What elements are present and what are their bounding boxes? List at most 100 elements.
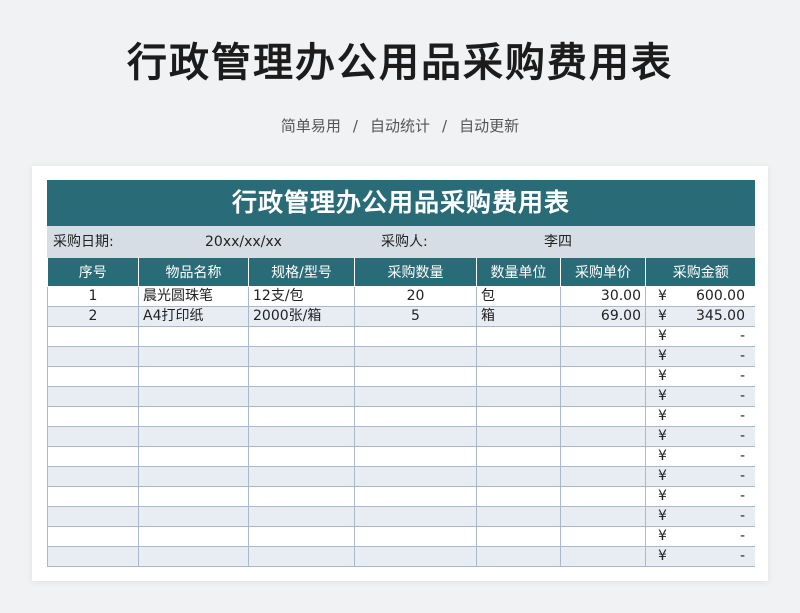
cell-spec[interactable] <box>248 385 355 407</box>
cell-no[interactable] <box>47 525 139 547</box>
cell-qty[interactable]: 20 <box>354 285 477 307</box>
cell-qty[interactable] <box>354 405 477 427</box>
cell-name[interactable] <box>138 425 249 447</box>
buyer-value[interactable]: 李四 <box>544 226 572 258</box>
cell-spec[interactable] <box>248 525 355 547</box>
cell-no[interactable] <box>47 345 139 367</box>
cell-unit[interactable] <box>476 405 561 427</box>
cell-price[interactable] <box>560 525 646 547</box>
cell-qty[interactable] <box>354 525 477 547</box>
cell-spec[interactable]: 12支/包 <box>248 285 355 307</box>
cell-name[interactable] <box>138 385 249 407</box>
cell-name[interactable]: A4打印纸 <box>138 305 249 327</box>
cell-unit[interactable] <box>476 465 561 487</box>
column-header-unit[interactable]: 数量单位 <box>476 258 561 287</box>
cell-name[interactable] <box>138 405 249 427</box>
cell-qty[interactable] <box>354 425 477 447</box>
column-header-name[interactable]: 物品名称 <box>138 258 249 287</box>
cell-no[interactable] <box>47 545 139 567</box>
cell-name[interactable] <box>138 485 249 507</box>
cell-qty[interactable] <box>354 545 477 567</box>
cell-unit[interactable] <box>476 505 561 527</box>
cell-amount[interactable]: ¥ - <box>645 485 755 507</box>
cell-amount[interactable]: ¥ - <box>645 505 755 527</box>
cell-spec[interactable] <box>248 445 355 467</box>
cell-amount[interactable]: ¥ - <box>645 405 755 427</box>
cell-qty[interactable] <box>354 485 477 507</box>
cell-price[interactable] <box>560 465 646 487</box>
cell-amount[interactable]: ¥ - <box>645 425 755 447</box>
cell-unit[interactable] <box>476 325 561 347</box>
cell-name[interactable] <box>138 505 249 527</box>
cell-amount[interactable]: ¥ - <box>645 325 755 347</box>
cell-qty[interactable] <box>354 385 477 407</box>
cell-price[interactable] <box>560 445 646 467</box>
cell-unit[interactable] <box>476 525 561 547</box>
cell-price[interactable] <box>560 385 646 407</box>
cell-unit[interactable] <box>476 425 561 447</box>
cell-price[interactable] <box>560 505 646 527</box>
cell-qty[interactable] <box>354 445 477 467</box>
cell-no[interactable] <box>47 505 139 527</box>
cell-name[interactable] <box>138 445 249 467</box>
column-header-qty[interactable]: 采购数量 <box>354 258 477 287</box>
cell-unit[interactable] <box>476 385 561 407</box>
cell-spec[interactable] <box>248 465 355 487</box>
cell-unit[interactable] <box>476 485 561 507</box>
cell-amount[interactable]: ¥ - <box>645 365 755 387</box>
cell-spec[interactable] <box>248 345 355 367</box>
cell-spec[interactable]: 2000张/箱 <box>248 305 355 327</box>
cell-name[interactable] <box>138 325 249 347</box>
cell-no[interactable] <box>47 405 139 427</box>
cell-qty[interactable] <box>354 505 477 527</box>
cell-name[interactable] <box>138 545 249 567</box>
cell-amount[interactable]: ¥345.00 <box>645 305 755 327</box>
cell-amount[interactable]: ¥ - <box>645 445 755 467</box>
cell-price[interactable] <box>560 345 646 367</box>
cell-spec[interactable] <box>248 545 355 567</box>
cell-no[interactable] <box>47 325 139 347</box>
column-header-no[interactable]: 序号 <box>47 258 139 287</box>
cell-price[interactable] <box>560 425 646 447</box>
cell-amount[interactable]: ¥ - <box>645 545 755 567</box>
cell-qty[interactable] <box>354 325 477 347</box>
date-value[interactable]: 20xx/xx/xx <box>205 226 282 258</box>
cell-no[interactable] <box>47 425 139 447</box>
cell-name[interactable] <box>138 465 249 487</box>
cell-spec[interactable] <box>248 365 355 387</box>
cell-price[interactable]: 30.00 <box>560 285 646 307</box>
cell-spec[interactable] <box>248 505 355 527</box>
cell-unit[interactable] <box>476 545 561 567</box>
cell-amount[interactable]: ¥ - <box>645 345 755 367</box>
cell-price[interactable] <box>560 325 646 347</box>
column-header-amount[interactable]: 采购金额 <box>645 258 755 287</box>
cell-no[interactable] <box>47 485 139 507</box>
cell-no[interactable] <box>47 385 139 407</box>
cell-spec[interactable] <box>248 485 355 507</box>
cell-unit[interactable]: 包 <box>476 285 561 307</box>
cell-price[interactable] <box>560 545 646 567</box>
cell-price[interactable] <box>560 485 646 507</box>
cell-no[interactable]: 1 <box>47 285 139 307</box>
cell-amount[interactable]: ¥ - <box>645 465 755 487</box>
cell-price[interactable] <box>560 365 646 387</box>
cell-amount[interactable]: ¥600.00 <box>645 285 755 307</box>
cell-spec[interactable] <box>248 325 355 347</box>
cell-unit[interactable] <box>476 365 561 387</box>
cell-qty[interactable] <box>354 345 477 367</box>
cell-name[interactable]: 晨光圆珠笔 <box>138 285 249 307</box>
cell-name[interactable] <box>138 345 249 367</box>
cell-name[interactable] <box>138 365 249 387</box>
column-header-spec[interactable]: 规格/型号 <box>248 258 355 287</box>
cell-unit[interactable]: 箱 <box>476 305 561 327</box>
cell-spec[interactable] <box>248 405 355 427</box>
cell-no[interactable] <box>47 465 139 487</box>
cell-no[interactable] <box>47 445 139 467</box>
cell-no[interactable] <box>47 365 139 387</box>
cell-qty[interactable] <box>354 365 477 387</box>
cell-spec[interactable] <box>248 425 355 447</box>
cell-qty[interactable]: 5 <box>354 305 477 327</box>
cell-no[interactable]: 2 <box>47 305 139 327</box>
cell-amount[interactable]: ¥ - <box>645 525 755 547</box>
cell-amount[interactable]: ¥ - <box>645 385 755 407</box>
